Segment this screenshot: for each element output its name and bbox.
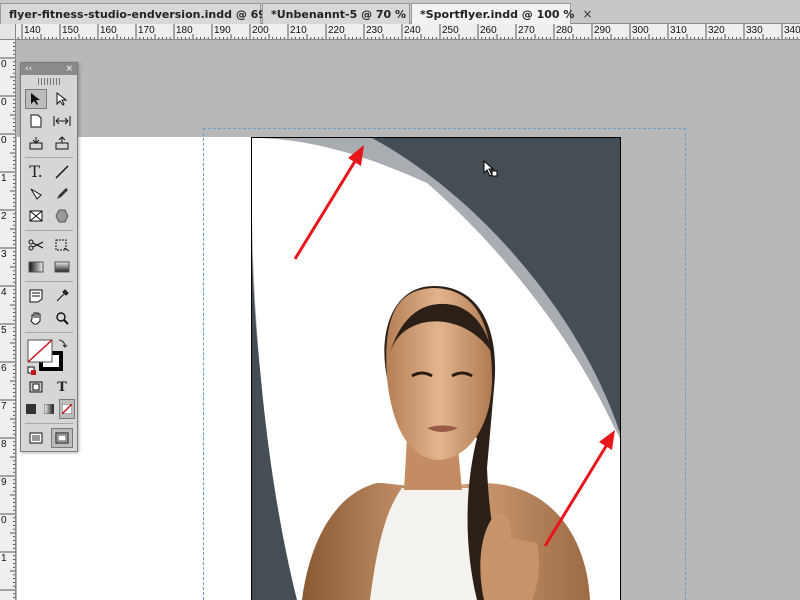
formatting-affects-container-icon[interactable] [25, 377, 47, 397]
direct-selection-tool-icon[interactable] [51, 89, 73, 109]
close-panel-icon[interactable]: × [65, 64, 73, 74]
gradient-feather-tool-icon[interactable] [51, 257, 73, 277]
pen-tool-icon[interactable] [25, 184, 47, 204]
normal-view-mode-icon[interactable] [25, 428, 47, 448]
page-tool-icon[interactable] [25, 111, 47, 131]
type-tool-icon[interactable]: T. [25, 162, 47, 182]
preview-mode-icon[interactable] [51, 428, 73, 448]
tools-panel[interactable]: ‹‹ × T. T [20, 62, 78, 452]
mouse-cursor-icon [483, 160, 498, 177]
eyedropper-tool-icon[interactable] [51, 286, 73, 306]
scissors-tool-icon[interactable] [25, 235, 47, 255]
content-collector-tool-icon[interactable] [25, 133, 47, 153]
selection-tool-icon[interactable] [25, 89, 47, 109]
free-transform-tool-icon[interactable] [51, 235, 73, 255]
content-placer-tool-icon[interactable] [51, 133, 73, 153]
note-tool-icon[interactable] [25, 286, 47, 306]
line-tool-icon[interactable] [51, 162, 73, 182]
panel-grip[interactable] [38, 78, 60, 85]
apply-none-icon[interactable] [59, 399, 75, 419]
polygon-tool-icon[interactable] [51, 206, 73, 226]
apply-color-icon[interactable] [23, 399, 39, 419]
fill-stroke-swatch[interactable] [25, 337, 69, 375]
zoom-tool-icon[interactable] [51, 308, 73, 328]
annotation-layer [293, 145, 615, 547]
formatting-affects-text-icon[interactable]: T [51, 377, 73, 397]
red-arrow-bottom [543, 430, 615, 547]
red-arrow-top [293, 145, 364, 260]
gradient-swatch-tool-icon[interactable] [25, 257, 47, 277]
collapse-panel-icon[interactable]: ‹‹ [25, 64, 32, 74]
pencil-tool-icon[interactable] [51, 184, 73, 204]
rectangle-frame-tool-icon[interactable] [25, 206, 47, 226]
hand-tool-icon[interactable] [25, 308, 47, 328]
apply-gradient-icon[interactable] [41, 399, 57, 419]
gap-tool-icon[interactable] [51, 111, 73, 131]
tools-panel-header[interactable]: ‹‹ × [21, 63, 77, 75]
